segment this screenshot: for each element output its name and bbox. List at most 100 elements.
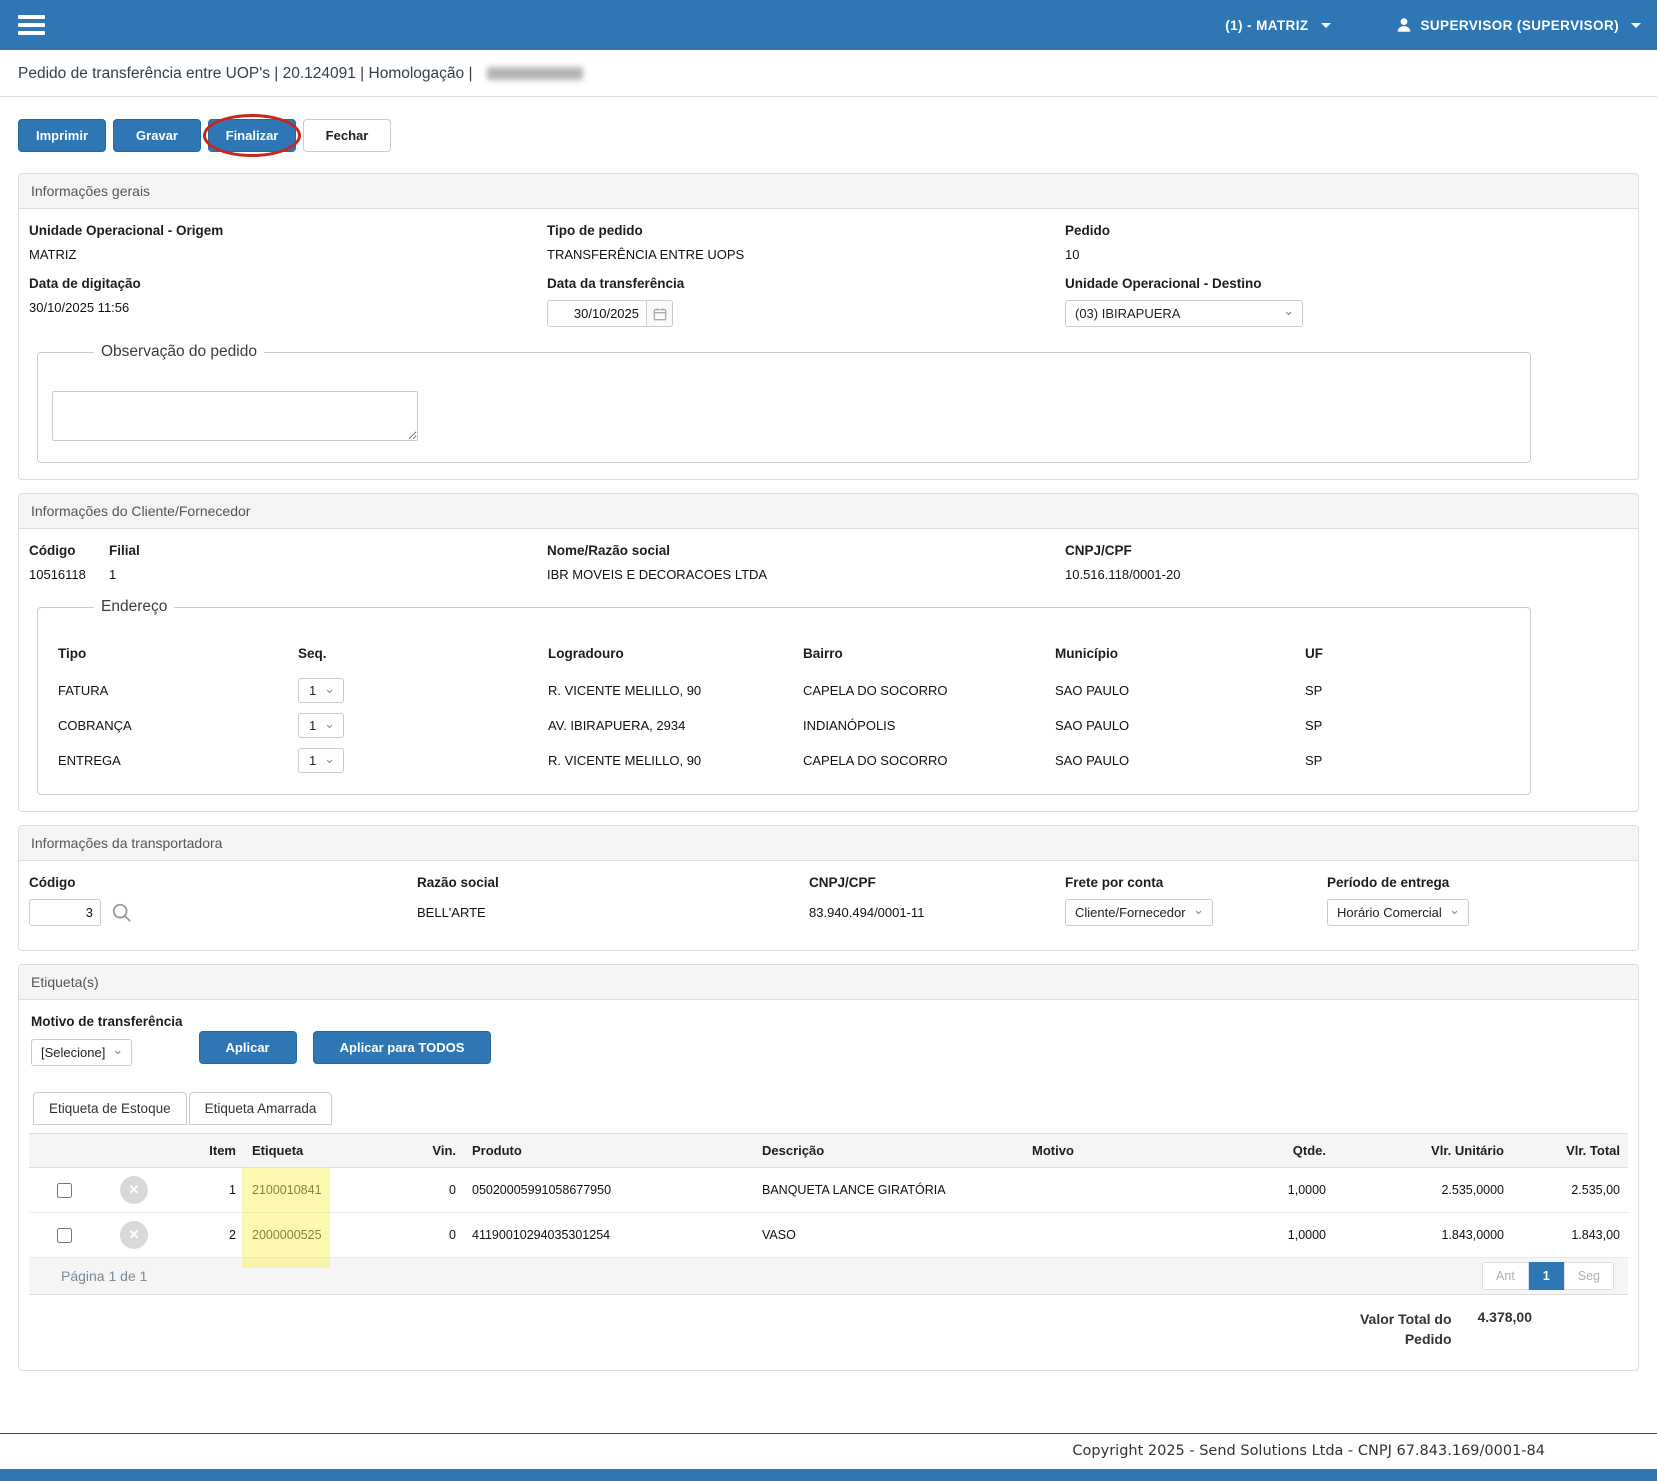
page-title-row: Pedido de transferência entre UOP's | 20… — [0, 50, 1657, 97]
addr-tipo: COBRANÇA — [52, 708, 292, 743]
data-transferencia-input[interactable] — [547, 300, 647, 327]
item-motivo — [1024, 1168, 1214, 1213]
addr-header-bairro: Bairro — [797, 642, 1049, 673]
item-etiqueta: 2100010841 — [244, 1168, 394, 1213]
imprimir-button[interactable]: Imprimir — [18, 119, 106, 152]
aplicar-button[interactable]: Aplicar — [199, 1031, 297, 1064]
addr-logradouro: R. VICENTE MELILLO, 90 — [542, 743, 797, 778]
observacao-textarea[interactable] — [52, 391, 418, 441]
motivo-transferencia-select[interactable]: [Selecione] — [31, 1039, 132, 1066]
labels-panel: Etiqueta(s) Motivo de transferência [Sel… — [18, 964, 1639, 1371]
addr-seq-select[interactable]: 1 — [298, 748, 344, 773]
frete-select[interactable]: Cliente/Fornecedor — [1065, 899, 1213, 926]
items-header-vlr-unitario: Vlr. Unitário — [1334, 1134, 1512, 1168]
client-nome-value: IBR MOVEIS E DECORACOES LTDA — [547, 567, 1041, 582]
table-row: 1 2100010841 0 05020005991058677950 BANQ… — [29, 1168, 1628, 1213]
item-motivo — [1024, 1213, 1214, 1258]
motivo-selected: [Selecione] — [41, 1045, 105, 1060]
addr-municipio: SAO PAULO — [1049, 673, 1299, 708]
item-vlr-unitario: 2.535,0000 — [1334, 1168, 1512, 1213]
observacao-legend: Observação do pedido — [94, 343, 264, 361]
toolbar: Imprimir Gravar Finalizar Fechar — [0, 97, 1657, 160]
carrier-razao-label: Razão social — [417, 875, 785, 890]
delete-row-icon[interactable] — [120, 1221, 148, 1249]
gravar-button[interactable]: Gravar — [113, 119, 201, 152]
client-filial-value: 1 — [109, 567, 523, 582]
items-header-vin: Vin. — [394, 1134, 464, 1168]
workspace-dropdown[interactable]: (1) - MATRIZ — [1225, 18, 1330, 33]
addr-bairro: CAPELA DO SOCORRO — [797, 673, 1049, 708]
addr-municipio: SAO PAULO — [1049, 708, 1299, 743]
general-info-header: Informações gerais — [19, 174, 1638, 209]
pager-page-1-button[interactable]: 1 — [1529, 1262, 1564, 1290]
addr-seq-select[interactable]: 1 — [298, 678, 344, 703]
page-title: Pedido de transferência entre UOP's | 20… — [18, 65, 472, 82]
carrier-codigo-input[interactable] — [29, 899, 101, 926]
item-descricao: BANQUETA LANCE GIRATÓRIA — [754, 1168, 1024, 1213]
addr-seq-select[interactable]: 1 — [298, 713, 344, 738]
client-info-panel: Informações do Cliente/Fornecedor Código… — [18, 493, 1639, 812]
caret-down-icon — [1321, 23, 1331, 28]
pagination-bar: Página 1 de 1 Ant 1 Seg — [29, 1258, 1628, 1295]
address-table: Tipo Seq. Logradouro Bairro Município UF… — [52, 642, 1516, 778]
carrier-info-panel: Informações da transportadora Código Raz… — [18, 825, 1639, 951]
client-info-header: Informações do Cliente/Fornecedor — [19, 494, 1638, 529]
items-header-item: Item — [169, 1134, 244, 1168]
calendar-icon[interactable] — [647, 300, 673, 327]
observacao-fieldset: Observação do pedido — [37, 343, 1531, 463]
finalizar-button[interactable]: Finalizar — [208, 119, 296, 152]
item-number: 2 — [169, 1213, 244, 1258]
item-produto: 41190010294035301254 — [464, 1213, 754, 1258]
item-number: 1 — [169, 1168, 244, 1213]
pedido-label: Pedido — [1065, 223, 1604, 238]
items-header-qtde: Qtde. — [1214, 1134, 1334, 1168]
addr-header-uf: UF — [1299, 642, 1516, 673]
fechar-button[interactable]: Fechar — [303, 119, 391, 152]
endereco-legend: Endereço — [94, 598, 174, 616]
periodo-selected: Horário Comercial — [1337, 905, 1442, 920]
order-total-label: Valor Total do Pedido — [1344, 1309, 1452, 1350]
items-header-etiqueta: Etiqueta — [244, 1134, 394, 1168]
address-row: COBRANÇA 1 AV. IBIRAPUERA, 2934 INDIANÓP… — [52, 708, 1516, 743]
order-total-value: 4.378,00 — [1478, 1309, 1533, 1325]
uop-destino-selected: (03) IBIRAPUERA — [1075, 306, 1180, 321]
row-checkbox[interactable] — [57, 1183, 72, 1198]
user-dropdown[interactable]: SUPERVISOR (SUPERVISOR) — [1395, 16, 1642, 34]
row-checkbox[interactable] — [57, 1228, 72, 1243]
client-cnpj-label: CNPJ/CPF — [1065, 543, 1604, 558]
data-digitacao-label: Data de digitação — [29, 276, 523, 291]
pager-prev-button[interactable]: Ant — [1482, 1262, 1529, 1290]
aplicar-todos-button[interactable]: Aplicar para TODOS — [313, 1031, 492, 1064]
periodo-label: Período de entrega — [1327, 875, 1604, 890]
labels-header: Etiqueta(s) — [19, 965, 1638, 1000]
tab-etiqueta-estoque[interactable]: Etiqueta de Estoque — [33, 1092, 187, 1125]
search-icon[interactable] — [111, 902, 133, 924]
carrier-cnpj-label: CNPJ/CPF — [809, 875, 1041, 890]
menu-icon[interactable] — [16, 7, 47, 43]
tipo-pedido-label: Tipo de pedido — [547, 223, 1041, 238]
tab-etiqueta-amarrada[interactable]: Etiqueta Amarrada — [189, 1092, 333, 1125]
periodo-select[interactable]: Horário Comercial — [1327, 899, 1469, 926]
carrier-info-header: Informações da transportadora — [19, 826, 1638, 861]
addr-bairro: INDIANÓPOLIS — [797, 708, 1049, 743]
item-etiqueta: 2000000525 — [244, 1213, 394, 1258]
carrier-cnpj-value: 83.940.494/0001-11 — [809, 899, 1041, 920]
address-row: FATURA 1 R. VICENTE MELILLO, 90 CAPELA D… — [52, 673, 1516, 708]
user-label: SUPERVISOR (SUPERVISOR) — [1421, 18, 1620, 33]
origem-value: MATRIZ — [29, 247, 523, 262]
addr-uf: SP — [1299, 743, 1516, 778]
uop-destino-select[interactable]: (03) IBIRAPUERA — [1065, 300, 1303, 327]
item-qtde: 1,0000 — [1214, 1213, 1334, 1258]
redacted-text-block — [487, 67, 583, 80]
page-info: Página 1 de 1 — [61, 1268, 147, 1284]
delete-row-icon[interactable] — [120, 1176, 148, 1204]
client-filial-label: Filial — [109, 543, 523, 558]
item-vin: 0 — [394, 1213, 464, 1258]
user-icon — [1395, 16, 1413, 34]
client-nome-label: Nome/Razão social — [547, 543, 1041, 558]
topbar: (1) - MATRIZ SUPERVISOR (SUPERVISOR) — [0, 0, 1657, 50]
pager-next-button[interactable]: Seg — [1564, 1262, 1614, 1290]
motivo-transferencia-label: Motivo de transferência — [31, 1014, 183, 1029]
general-info-panel: Informações gerais Unidade Operacional -… — [18, 173, 1639, 480]
addr-uf: SP — [1299, 673, 1516, 708]
